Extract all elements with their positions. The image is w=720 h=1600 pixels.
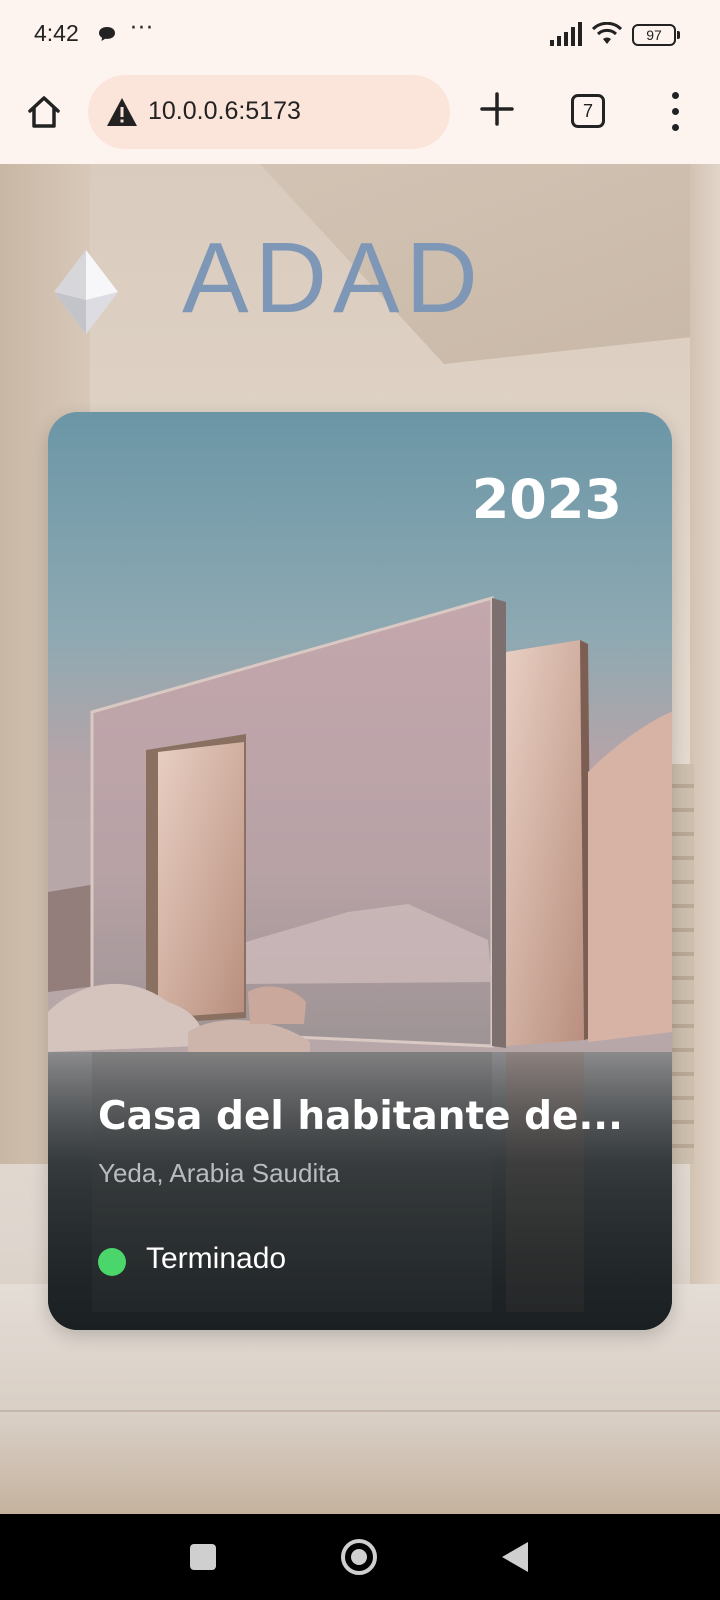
status-overflow: ··· <box>130 16 154 41</box>
status-dot-icon <box>98 1248 126 1276</box>
kebab-menu-icon[interactable] <box>664 90 688 134</box>
browser-toolbar: 10.0.0.6:5173 7 <box>0 70 720 164</box>
tabs-button[interactable]: 7 <box>571 94 605 128</box>
battery-level: 97 <box>646 27 662 43</box>
project-card[interactable]: 2023 Casa del habitante de... Yeda, Arab… <box>48 412 672 1330</box>
tab-count: 7 <box>582 101 593 121</box>
status-time: 4:42 <box>34 20 79 46</box>
back-triangle-icon[interactable] <box>502 1542 528 1572</box>
background-floor-line <box>0 1410 720 1412</box>
background-stairs <box>670 764 694 1164</box>
wifi-icon <box>592 22 622 44</box>
system-nav-bar <box>0 1514 720 1600</box>
page-content: ADAD 2023 Casa del habitante de... Yeda,… <box>0 164 720 1514</box>
url-text[interactable]: 10.0.0.6:5173 <box>148 97 301 126</box>
warning-icon[interactable] <box>106 97 138 127</box>
plus-icon[interactable] <box>478 90 516 128</box>
site-logo[interactable]: ADAD <box>182 228 484 328</box>
home-circle-icon[interactable] <box>341 1539 377 1575</box>
project-year: 2023 <box>471 468 622 531</box>
project-location: Yeda, Arabia Saudita <box>98 1158 340 1188</box>
project-status: Terminado <box>146 1242 287 1275</box>
home-icon[interactable] <box>24 92 64 132</box>
status-bar: 4:42 ··· 97 <box>0 0 720 70</box>
signal-icon <box>550 22 582 46</box>
logo-gem-icon[interactable] <box>52 248 120 336</box>
recent-apps-icon[interactable] <box>190 1544 216 1570</box>
battery-icon: 97 <box>632 24 680 46</box>
chat-icon <box>99 27 115 41</box>
project-title[interactable]: Casa del habitante de... <box>98 1094 638 1139</box>
background-pillar <box>690 164 720 1284</box>
address-bar[interactable]: 10.0.0.6:5173 <box>88 75 450 149</box>
